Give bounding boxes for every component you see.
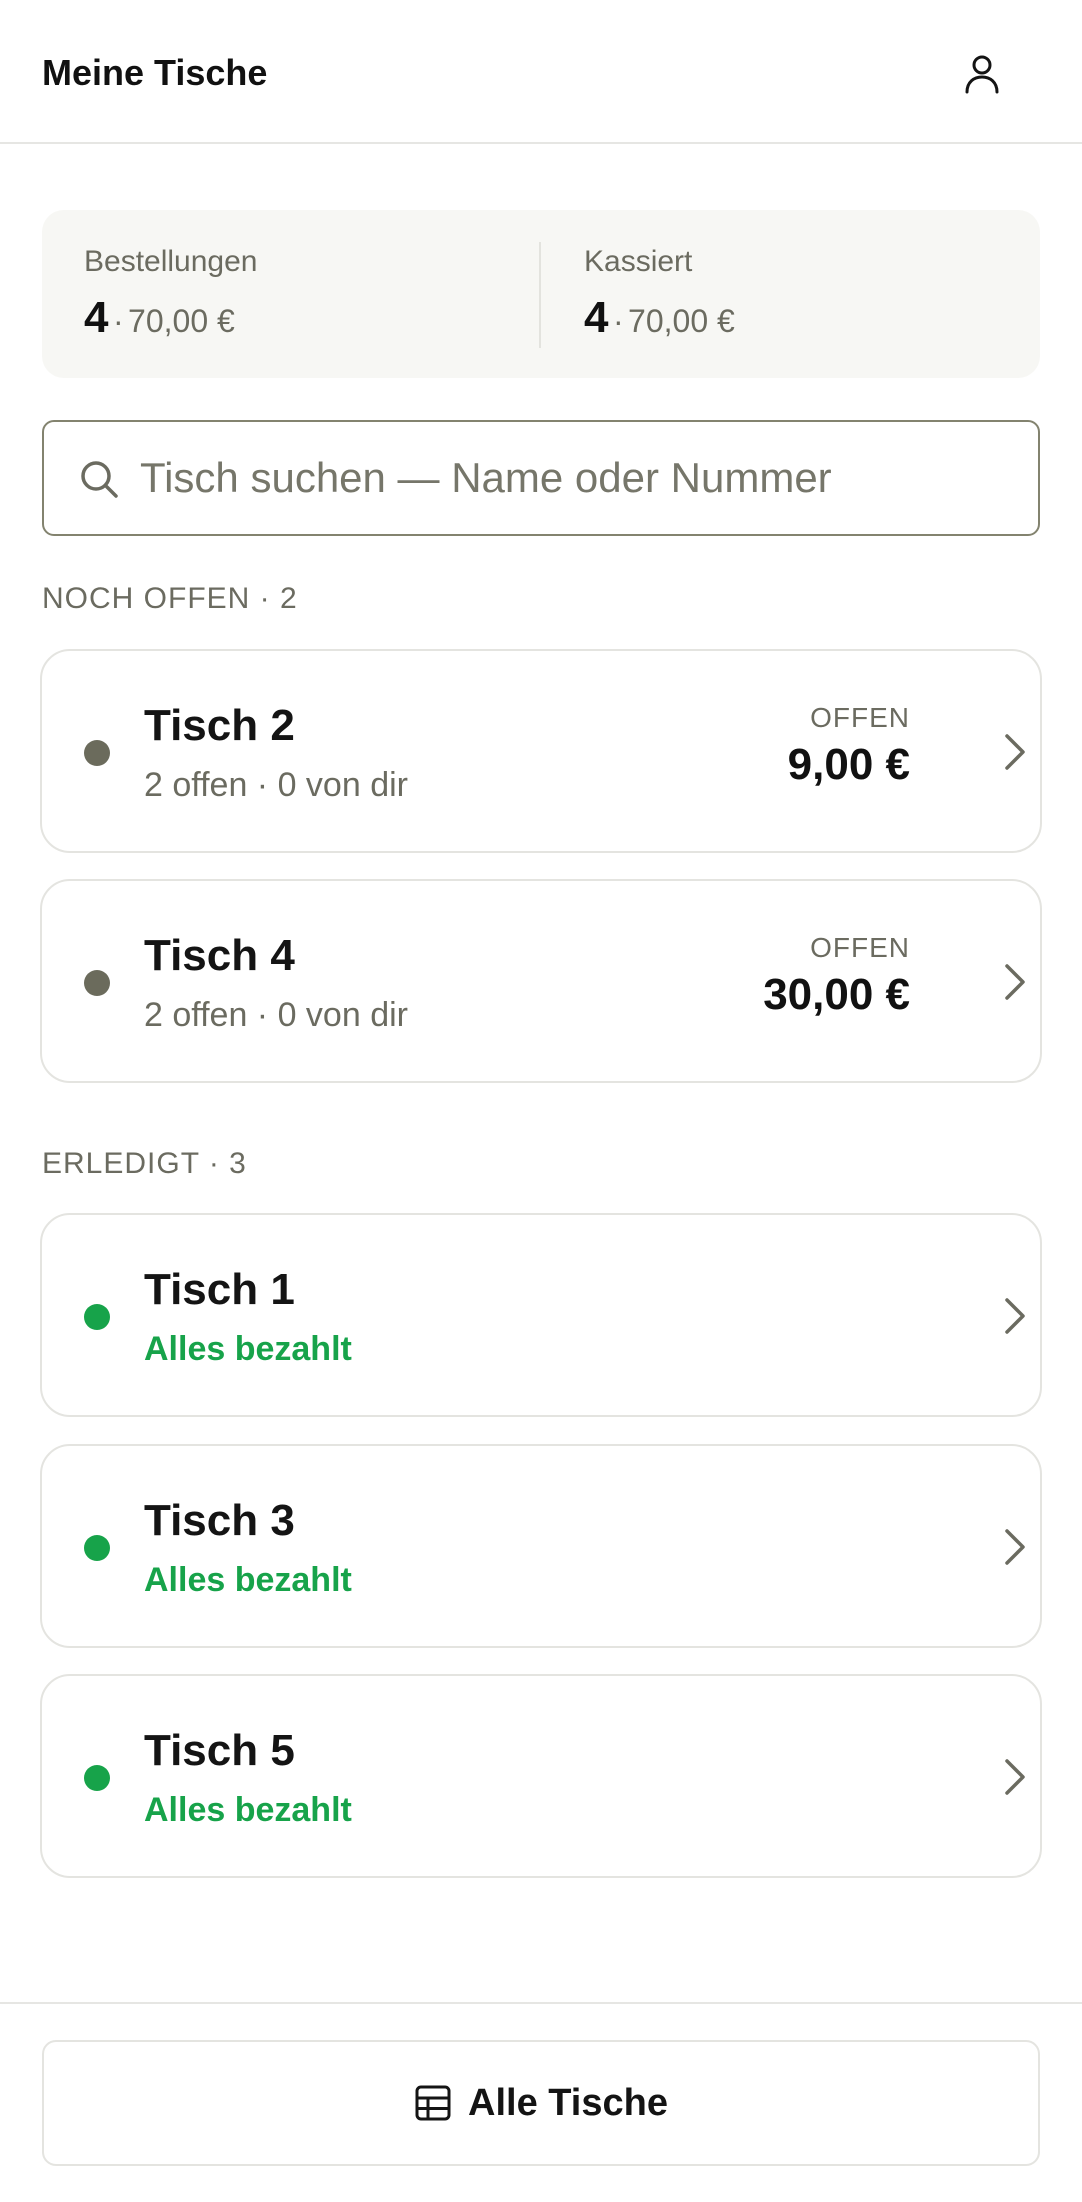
all-tables-label: Alle Tische xyxy=(468,2082,668,2124)
summary-orders-label: Bestellungen xyxy=(84,245,258,278)
status-dot-open xyxy=(84,740,110,766)
chevron-right-icon xyxy=(990,1750,1040,1804)
section-header-done: ERLEDIGT · 3 xyxy=(42,1147,247,1180)
summary-orders-value: 4 · 70,00 € xyxy=(84,292,235,354)
all-tables-button[interactable]: Alle Tische xyxy=(42,2040,1040,2166)
user-icon xyxy=(965,55,999,94)
status-dot-done xyxy=(84,1304,110,1330)
table-paid-status: Alles bezahlt xyxy=(144,1330,352,1368)
status-dot-open xyxy=(84,970,110,996)
table-card-open[interactable]: Tisch 2 2 offen · 0 von dir OFFEN 9,00 € xyxy=(40,649,1042,853)
search-icon xyxy=(81,461,118,498)
search-input[interactable] xyxy=(140,442,1020,514)
profile-button[interactable] xyxy=(958,50,1006,98)
chevron-right-icon xyxy=(990,725,1040,779)
table-paid-status: Alles bezahlt xyxy=(144,1561,352,1599)
summary-collected-count: 4 xyxy=(584,293,609,342)
table-card-open[interactable]: Tisch 4 2 offen · 0 von dir OFFEN 30,00 … xyxy=(40,879,1042,1083)
summary-collected-amount: 70,00 € xyxy=(628,303,735,339)
table-name: Tisch 4 xyxy=(144,931,295,980)
table-name: Tisch 2 xyxy=(144,701,295,750)
table-amount: 9,00 € xyxy=(787,740,910,789)
table-status-label: OFFEN xyxy=(810,932,910,963)
table-card-done[interactable]: Tisch 5 Alles bezahlt xyxy=(40,1674,1042,1878)
chevron-right-icon xyxy=(990,955,1040,1009)
table-grid-icon xyxy=(415,2085,451,2121)
summary-divider xyxy=(539,242,541,348)
bottom-bar: Alle Tische xyxy=(0,2002,1082,2202)
table-balance: OFFEN 9,00 € xyxy=(788,701,910,791)
page-title: Meine Tische xyxy=(42,52,268,93)
summary-orders-separator: · xyxy=(112,303,124,339)
status-dot-done xyxy=(84,1535,110,1561)
table-status-label: OFFEN xyxy=(810,702,910,733)
table-balance: OFFEN 30,00 € xyxy=(763,931,910,1021)
summary-panel: Bestellungen 4 · 70,00 € Kassiert 4 · 70… xyxy=(42,210,1040,378)
table-name: Tisch 5 xyxy=(144,1726,295,1775)
table-card-done[interactable]: Tisch 3 Alles bezahlt xyxy=(40,1444,1042,1648)
status-dot-done xyxy=(84,1765,110,1791)
search-box xyxy=(42,420,1040,536)
summary-collected-label: Kassiert xyxy=(584,245,693,278)
table-subtitle: 2 offen · 0 von dir xyxy=(144,766,408,804)
table-subtitle: 2 offen · 0 von dir xyxy=(144,996,408,1034)
table-amount: 30,00 € xyxy=(763,970,910,1019)
table-name: Tisch 1 xyxy=(144,1265,295,1314)
summary-orders-count: 4 xyxy=(84,293,109,342)
table-name: Tisch 3 xyxy=(144,1496,295,1545)
table-paid-status: Alles bezahlt xyxy=(144,1791,352,1829)
table-card-done[interactable]: Tisch 1 Alles bezahlt xyxy=(40,1213,1042,1417)
section-header-open: NOCH OFFEN · 2 xyxy=(42,582,298,615)
summary-collected-value: 4 · 70,00 € xyxy=(584,292,735,354)
chevron-right-icon xyxy=(990,1289,1040,1343)
summary-orders-amount: 70,00 € xyxy=(128,303,235,339)
summary-collected-separator: · xyxy=(612,303,624,339)
chevron-right-icon xyxy=(990,1520,1040,1574)
app-header: Meine Tische xyxy=(0,0,1082,144)
